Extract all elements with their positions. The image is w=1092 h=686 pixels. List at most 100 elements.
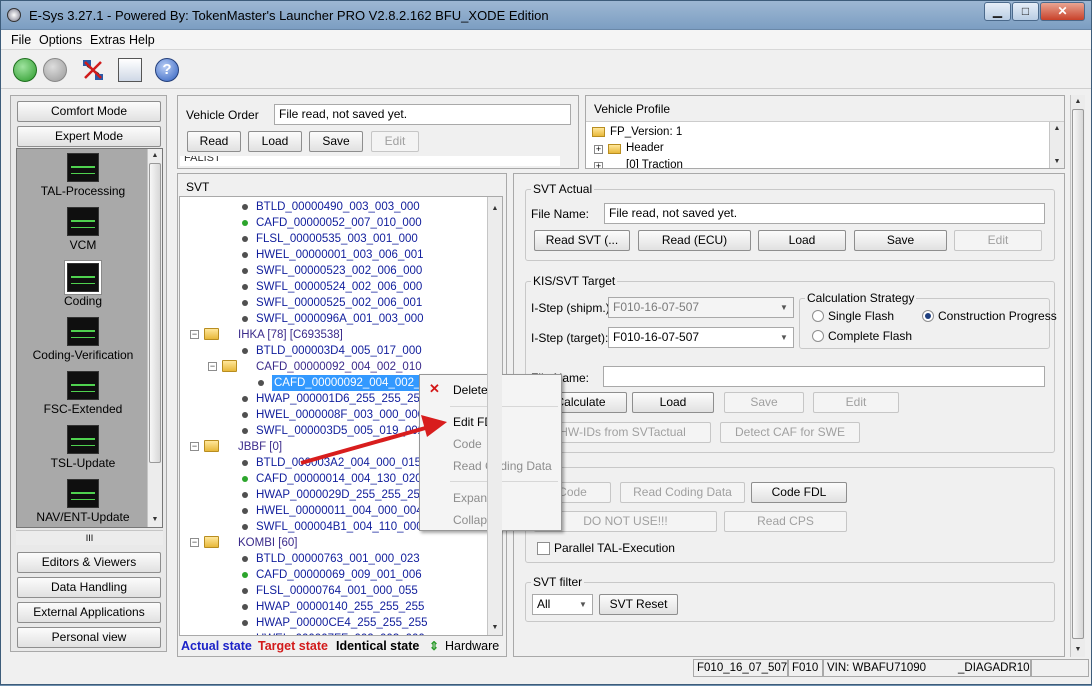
- construction-progress-label: Construction Progress: [938, 309, 1057, 323]
- tree-node[interactable]: BTLD_000003D4_005_017_000: [180, 343, 490, 359]
- tree-node[interactable]: CAFD_00000052_007_010_000: [180, 215, 490, 231]
- collapse-icon[interactable]: −: [208, 362, 217, 371]
- kis-load-button[interactable]: Load: [632, 392, 714, 413]
- complete-flash-radio[interactable]: [812, 330, 824, 342]
- help-icon[interactable]: ?: [155, 58, 179, 82]
- scroll-thumb[interactable]: [1072, 109, 1084, 639]
- kis-file-field[interactable]: [603, 366, 1045, 387]
- mode-list-hscrollbar[interactable]: III: [16, 530, 163, 545]
- status-vin-text: VIN: WBAFU71090: [827, 662, 927, 674]
- menu-options[interactable]: Options: [39, 33, 82, 47]
- scroll-down-icon[interactable]: ▼: [1071, 643, 1085, 657]
- tree-folder[interactable]: − KOMBI [60]: [180, 535, 490, 551]
- mode-fsc-extended[interactable]: FSC-Extended: [17, 371, 149, 416]
- expert-mode-button[interactable]: Expert Mode: [17, 126, 161, 147]
- scroll-up-icon[interactable]: ▲: [148, 149, 162, 163]
- svt-reset-button[interactable]: SVT Reset: [599, 594, 678, 615]
- mode-vcm[interactable]: VCM: [17, 207, 149, 252]
- monitor-icon[interactable]: [118, 58, 142, 82]
- scroll-up-icon[interactable]: ▲: [1071, 95, 1085, 109]
- tree-node[interactable]: BTLD_00000763_001_000_023: [180, 551, 490, 567]
- window-scrollbar[interactable]: ▲ ▼: [1070, 95, 1085, 657]
- tree-node[interactable]: HWAP_00000CE4_255_255_255: [180, 615, 490, 631]
- single-flash-radio[interactable]: [812, 310, 824, 322]
- profile-item[interactable]: Header: [626, 142, 664, 154]
- tree-node[interactable]: BTLD_00000490_003_003_000: [180, 199, 490, 215]
- kis-save-button[interactable]: Save: [724, 392, 804, 413]
- scroll-thumb[interactable]: [149, 163, 161, 463]
- tree-node[interactable]: HWEL_00000001_003_006_001: [180, 247, 490, 263]
- scroll-down-icon[interactable]: ▼: [488, 621, 502, 635]
- mode-list: TAL-Processing VCM Coding Coding-Verific…: [16, 148, 163, 528]
- mode-nav-ent-update[interactable]: NAV/ENT-Update: [17, 479, 149, 524]
- construction-progress-radio[interactable]: [922, 310, 934, 322]
- collapse-icon[interactable]: −: [190, 330, 199, 339]
- external-applications-button[interactable]: External Applications: [17, 602, 161, 623]
- scroll-up-icon[interactable]: ▲: [488, 202, 502, 216]
- collapse-icon[interactable]: −: [190, 538, 199, 547]
- read-cps-button[interactable]: Read CPS: [724, 511, 847, 532]
- svt-actual-save-button[interactable]: Save: [854, 230, 947, 251]
- vo-load-button[interactable]: Load: [248, 131, 302, 152]
- profile-item[interactable]: [0] Traction: [626, 159, 683, 168]
- back-icon[interactable]: [13, 58, 37, 82]
- svt-filter-select[interactable]: All ▼: [532, 594, 593, 615]
- tree-node[interactable]: SWFL_00000525_002_006_001: [180, 295, 490, 311]
- data-handling-button[interactable]: Data Handling: [17, 577, 161, 598]
- svt-scrollbar[interactable]: ▲ ▼: [487, 197, 502, 635]
- ctx-delete[interactable]: Delete: [453, 383, 488, 397]
- collapse-icon[interactable]: −: [190, 442, 199, 451]
- istep-target-select[interactable]: F010-16-07-507 ▼: [608, 327, 794, 348]
- minimize-button[interactable]: ▁: [984, 2, 1011, 21]
- menu-help[interactable]: Help: [129, 33, 155, 47]
- menu-extras[interactable]: Extras: [90, 33, 125, 47]
- tree-node[interactable]: HWEL_000007FF_002_003_000: [180, 631, 490, 635]
- vo-edit-button[interactable]: Edit: [371, 131, 419, 152]
- tree-node[interactable]: SWFL_00000524_002_006_000: [180, 279, 490, 295]
- scroll-up-icon[interactable]: ▲: [1050, 122, 1064, 136]
- profile-scrollbar[interactable]: ▲ ▼: [1049, 122, 1064, 168]
- forward-icon[interactable]: [43, 58, 67, 82]
- close-button[interactable]: ✕: [1040, 2, 1085, 21]
- tree-node[interactable]: HWAP_00000140_255_255_255: [180, 599, 490, 615]
- mode-tsl-update[interactable]: TSL-Update: [17, 425, 149, 470]
- ctx-read-coding-data[interactable]: Read Coding Data: [453, 459, 552, 473]
- vo-save-button[interactable]: Save: [309, 131, 363, 152]
- mode-coding-verification[interactable]: Coding-Verification: [17, 317, 149, 362]
- profile-item[interactable]: FP_Version: 1: [610, 126, 682, 138]
- tree-node[interactable]: SWFL_0000096A_001_003_000: [180, 311, 490, 327]
- read-svt-button[interactable]: Read SVT (...: [534, 230, 630, 251]
- personal-view-button[interactable]: Personal view: [17, 627, 161, 648]
- tree-node[interactable]: SWFL_00000523_002_006_000: [180, 263, 490, 279]
- mode-coding[interactable]: Coding: [17, 261, 149, 308]
- vo-read-button[interactable]: Read: [187, 131, 241, 152]
- tree-folder[interactable]: − IHKA [78] [C693538]: [180, 327, 490, 343]
- tree-folder[interactable]: − CAFD_00000092_004_002_010: [180, 359, 490, 375]
- scroll-down-icon[interactable]: ▼: [148, 513, 162, 527]
- istep-shipm-select[interactable]: F010-16-07-507 ▼: [608, 297, 794, 318]
- code-fdl-button[interactable]: Code FDL: [751, 482, 847, 503]
- menu-file[interactable]: File: [11, 33, 31, 47]
- ctx-code[interactable]: Code: [453, 437, 482, 451]
- kis-edit-button[interactable]: Edit: [813, 392, 899, 413]
- read-ecu-button[interactable]: Read (ECU): [638, 230, 751, 251]
- parallel-tal-checkbox[interactable]: [537, 542, 550, 555]
- editors-viewers-button[interactable]: Editors & Viewers: [17, 552, 161, 573]
- expand-icon[interactable]: +: [594, 145, 603, 154]
- vehicle-order-field[interactable]: File read, not saved yet.: [274, 104, 571, 125]
- mode-tal-processing[interactable]: TAL-Processing: [17, 153, 149, 198]
- mode-list-scrollbar[interactable]: ▲ ▼: [147, 149, 162, 527]
- read-coding-data-button[interactable]: Read Coding Data: [620, 482, 745, 503]
- tree-node[interactable]: FLSL_00000535_003_001_000: [180, 231, 490, 247]
- comfort-mode-button[interactable]: Comfort Mode: [17, 101, 161, 122]
- tree-node[interactable]: FLSL_00000764_001_000_055: [180, 583, 490, 599]
- detect-caf-button[interactable]: Detect CAF for SWE: [720, 422, 860, 443]
- maximize-button[interactable]: □: [1012, 2, 1039, 21]
- svt-actual-edit-button[interactable]: Edit: [954, 230, 1042, 251]
- svt-actual-file-field[interactable]: File read, not saved yet.: [604, 203, 1045, 224]
- network-icon[interactable]: [81, 58, 105, 82]
- tree-node[interactable]: CAFD_00000069_009_001_006: [180, 567, 490, 583]
- scroll-down-icon[interactable]: ▼: [1050, 155, 1064, 168]
- expand-icon[interactable]: +: [594, 162, 603, 168]
- svt-actual-load-button[interactable]: Load: [758, 230, 846, 251]
